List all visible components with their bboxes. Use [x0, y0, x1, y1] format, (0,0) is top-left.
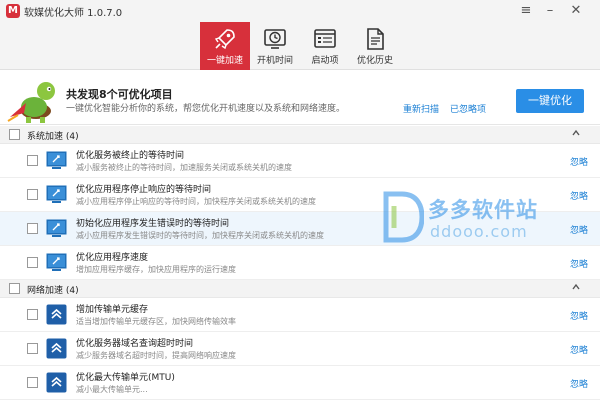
item-checkbox[interactable]	[27, 377, 38, 388]
network-speed-icon	[46, 338, 67, 359]
startup-list-icon	[314, 29, 336, 48]
item-title: 优化最大传输单元(MTU)	[76, 373, 175, 383]
optimization-list: 系统加速 (4) 优化服务被终止的等待时间 减小服务被终止的等待时间，加速服务关…	[0, 126, 600, 400]
tab-label: 一键加速	[206, 56, 243, 66]
ignored-items-link[interactable]: 已忽略项	[450, 102, 486, 115]
chevron-up-icon[interactable]	[572, 283, 580, 291]
minimize-button[interactable]: –	[540, 2, 560, 20]
item-checkbox[interactable]	[27, 343, 38, 354]
monitor-rocket-icon	[46, 185, 67, 203]
ignore-link[interactable]: 忽略	[570, 377, 588, 390]
ignore-link[interactable]: 忽略	[570, 189, 588, 202]
section-checkbox[interactable]	[9, 283, 20, 294]
ignore-link[interactable]: 忽略	[570, 343, 588, 356]
item-title: 初始化应用程序发生错误时的等待时间	[76, 219, 230, 229]
list-item: 初始化应用程序发生错误时的等待时间 减小应用程序发生错误时的等待时间，加快程序关…	[0, 212, 600, 246]
monitor-rocket-icon	[46, 151, 67, 169]
app-title: 软媒优化大师 1.0.7.0	[24, 8, 123, 19]
network-speed-icon	[46, 304, 67, 325]
item-description: 减小应用程序停止响应的等待时间，加快程序关闭或系统关机的速度	[76, 197, 316, 206]
tab-label: 优化历史	[356, 56, 393, 66]
ignore-link[interactable]: 忽略	[570, 309, 588, 322]
tab-label: 启动项	[311, 56, 339, 66]
item-description: 增加应用程序缓存，加快应用程序的运行速度	[76, 265, 236, 274]
item-title: 优化应用程序停止响应的等待时间	[76, 185, 212, 195]
chevron-up-icon[interactable]	[572, 129, 580, 137]
item-description: 减小最大传输单元...	[76, 385, 148, 394]
rescan-link[interactable]: 重新扫描	[403, 102, 439, 115]
list-item: 优化应用程序停止响应的等待时间 减小应用程序停止响应的等待时间，加快程序关闭或系…	[0, 178, 600, 212]
rocket-icon	[214, 29, 235, 50]
section-header-system[interactable]: 系统加速 (4)	[0, 126, 600, 144]
app-logo-icon: M	[6, 4, 20, 18]
list-item: 优化应用程序速度 增加应用程序缓存，加快应用程序的运行速度 忽略	[0, 246, 600, 280]
item-checkbox[interactable]	[27, 155, 38, 166]
list-item: 优化服务被终止的等待时间 减小服务被终止的等待时间，加速服务关闭或系统关机的速度…	[0, 144, 600, 178]
item-description: 减小服务被终止的等待时间，加速服务关闭或系统关机的速度	[76, 163, 292, 172]
item-title: 增加传输单元缓存	[76, 305, 149, 315]
item-description: 减小应用程序发生错误时的等待时间，加快程序关闭或系统关机的速度	[76, 231, 324, 240]
item-title: 优化服务器域名查询超时时间	[76, 339, 194, 349]
section-header-network[interactable]: 网络加速 (4)	[0, 280, 600, 298]
summary-title: 共发现8个可优化项目	[66, 88, 173, 101]
tab-label: 开机时间	[256, 56, 293, 66]
menu-icon[interactable]: ≡	[516, 2, 536, 20]
monitor-rocket-icon	[46, 219, 67, 237]
ignore-link[interactable]: 忽略	[570, 257, 588, 270]
tab-one-click-speedup[interactable]: 一键加速	[200, 22, 250, 70]
item-title: 优化应用程序速度	[76, 253, 149, 263]
clock-icon	[264, 29, 286, 49]
item-title: 优化服务被终止的等待时间	[76, 151, 185, 161]
turtle-mascot-icon	[7, 82, 55, 123]
item-checkbox[interactable]	[27, 189, 38, 200]
item-checkbox[interactable]	[27, 257, 38, 268]
item-description: 适当增加传输单元缓存区，加快网络传输效率	[76, 317, 236, 326]
item-checkbox[interactable]	[27, 223, 38, 234]
tab-startup-items[interactable]: 启动项	[300, 22, 350, 70]
section-checkbox[interactable]	[9, 129, 20, 140]
monitor-rocket-icon	[46, 253, 67, 271]
tab-optimize-history[interactable]: 优化历史	[350, 22, 400, 70]
ignore-link[interactable]: 忽略	[570, 155, 588, 168]
one-click-optimize-button[interactable]: 一键优化	[516, 89, 584, 113]
tab-boot-time[interactable]: 开机时间	[250, 22, 300, 70]
main-toolbar: 一键加速 开机时间 启动项 优化历史	[0, 22, 600, 70]
item-description: 减少服务器域名超时时间，提高网络响应速度	[76, 351, 236, 360]
item-checkbox[interactable]	[27, 309, 38, 320]
history-document-icon	[367, 28, 384, 50]
title-bar: M 软媒优化大师 1.0.7.0 ≡ – ✕	[0, 0, 600, 22]
section-label: 系统加速 (4)	[27, 132, 79, 142]
list-item: 优化服务器域名查询超时时间 减少服务器域名超时时间，提高网络响应速度 忽略	[0, 332, 600, 366]
list-item: 增加传输单元缓存 适当增加传输单元缓存区，加快网络传输效率 忽略	[0, 298, 600, 332]
scan-summary: 共发现8个可优化项目 一键优化智能分析你的系统，帮您优化开机速度以及系统和网络速…	[0, 71, 600, 125]
summary-subtitle: 一键优化智能分析你的系统，帮您优化开机速度以及系统和网络速度。	[66, 104, 346, 114]
network-speed-icon	[46, 372, 67, 393]
list-item: 优化最大传输单元(MTU) 减小最大传输单元... 忽略	[0, 366, 600, 400]
close-button[interactable]: ✕	[566, 2, 586, 20]
ignore-link[interactable]: 忽略	[570, 223, 588, 236]
section-label: 网络加速 (4)	[27, 286, 79, 296]
